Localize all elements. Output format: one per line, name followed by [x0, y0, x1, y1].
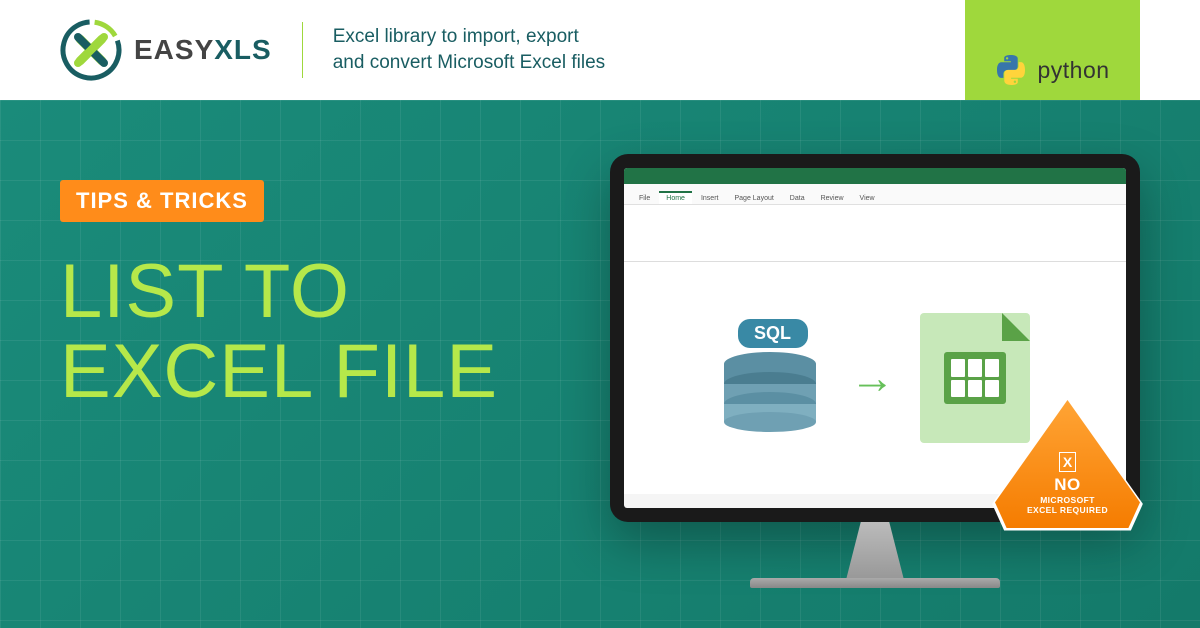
logo: EASYXLS [60, 19, 272, 81]
title-line1: LIST TO [60, 252, 1140, 332]
python-label: python [1037, 57, 1109, 84]
tagline-line1: Excel library to import, export [333, 24, 605, 50]
header-bar: EASYXLS Excel library to import, export … [0, 0, 1200, 100]
page-title: LIST TO EXCEL FILE [60, 252, 1140, 412]
warning-badge: X NO MICROSOFT EXCEL REQUIRED [995, 400, 1140, 528]
logo-text-xls: XLS [214, 34, 271, 66]
main-panel: TIPS & TRICKS LIST TO EXCEL FILE File Ho… [0, 100, 1200, 628]
easyxls-logo-icon [60, 19, 122, 81]
monitor-stand [828, 522, 923, 578]
warning-line2: MICROSOFT [1040, 495, 1095, 505]
logo-text-easy: EASY [134, 34, 214, 66]
monitor-base [750, 578, 1000, 588]
python-icon [995, 54, 1027, 86]
tagline-line2: and convert Microsoft Excel files [333, 50, 605, 76]
title-line2: EXCEL FILE [60, 332, 1140, 412]
warning-line3: EXCEL REQUIRED [1027, 505, 1108, 515]
header-divider [302, 22, 303, 78]
tagline: Excel library to import, export and conv… [333, 24, 605, 75]
excel-x-icon: X [1059, 452, 1076, 472]
tips-badge: TIPS & TRICKS [60, 180, 264, 222]
warning-no: NO [1054, 475, 1081, 495]
